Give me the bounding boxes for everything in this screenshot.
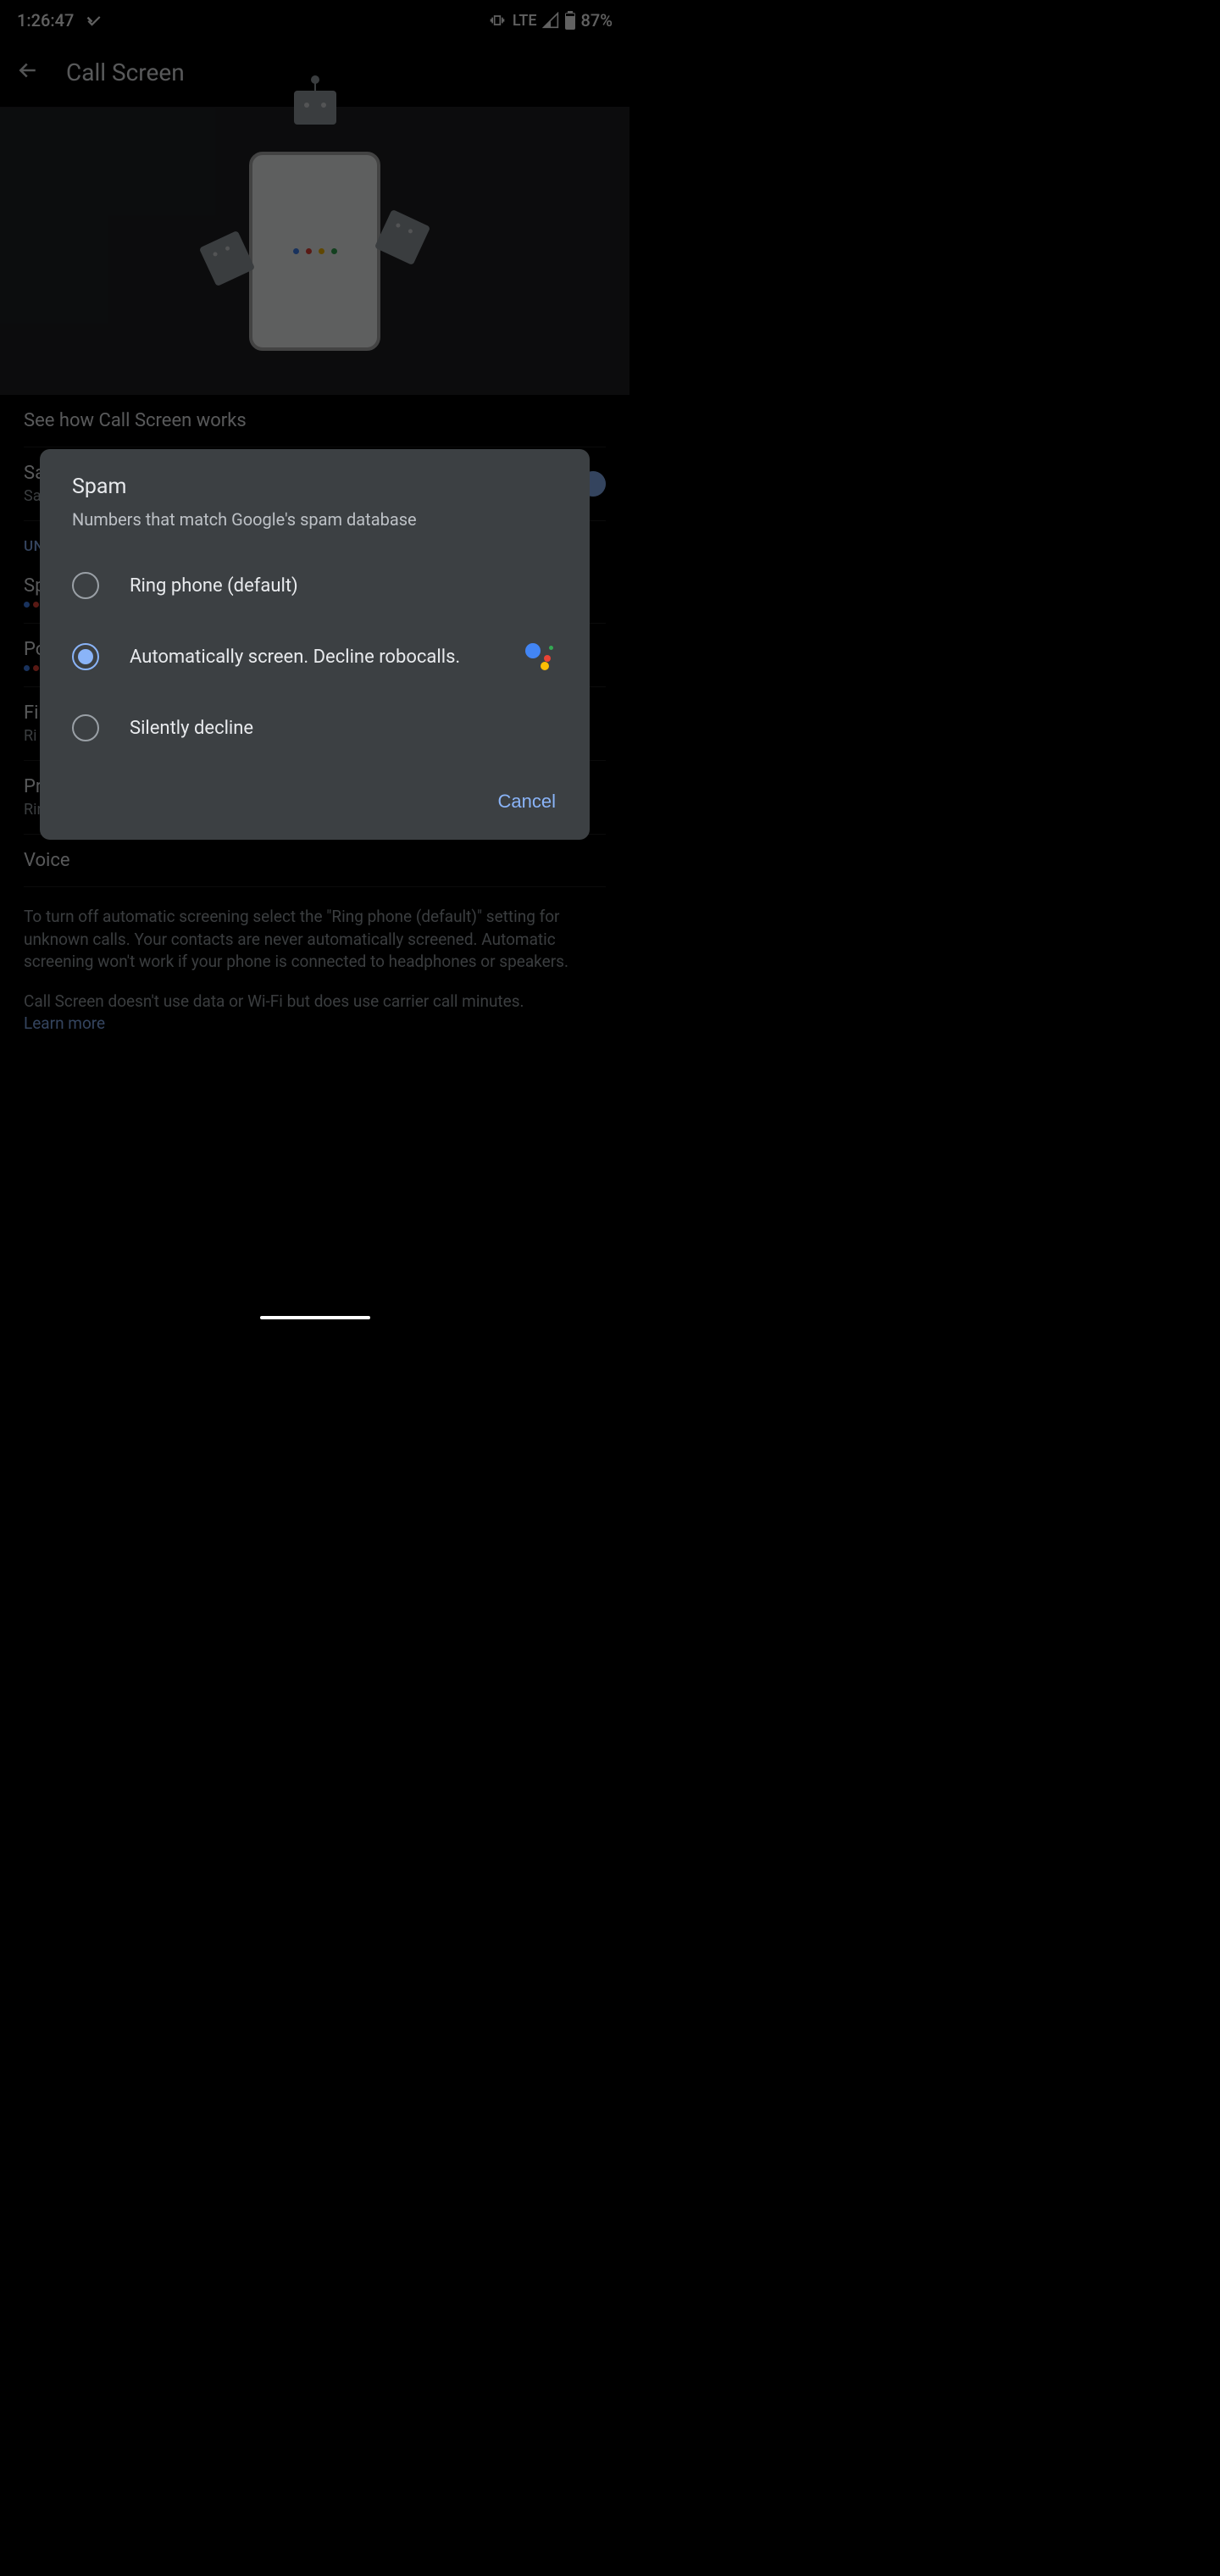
radio-selected-icon [72, 643, 99, 670]
dialog-title: Spam [40, 475, 590, 509]
option-auto-screen[interactable]: Automatically screen. Decline robocalls. [40, 621, 590, 692]
option-ring-phone[interactable]: Ring phone (default) [40, 550, 590, 621]
radio-icon [72, 714, 99, 741]
option-label: Ring phone (default) [130, 575, 557, 597]
spam-dialog: Spam Numbers that match Google's spam da… [40, 449, 590, 840]
dialog-desc: Numbers that match Google's spam databas… [40, 509, 590, 550]
cancel-button[interactable]: Cancel [498, 791, 556, 813]
option-label: Automatically screen. Decline robocalls. [130, 647, 495, 668]
assistant-icon [525, 643, 557, 670]
nav-pill[interactable] [260, 1316, 370, 1319]
option-label: Silently decline [130, 718, 557, 739]
radio-icon [72, 572, 99, 599]
option-silently-decline[interactable]: Silently decline [40, 692, 590, 763]
